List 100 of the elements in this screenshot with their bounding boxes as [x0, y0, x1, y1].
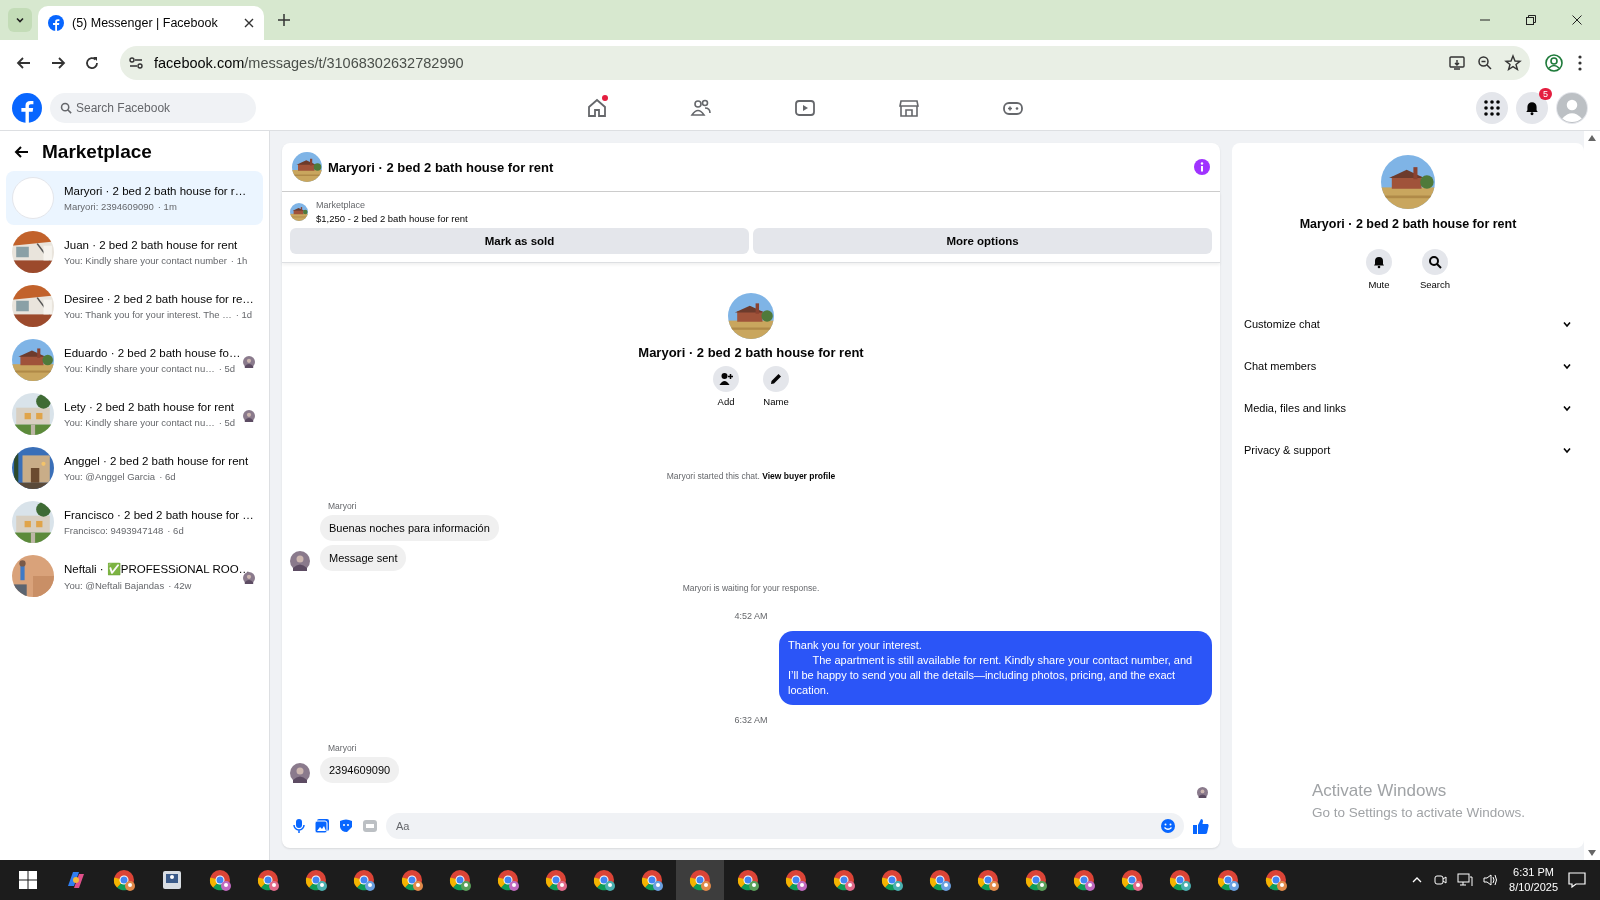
facebook-logo[interactable]	[12, 93, 42, 123]
tab-search-button[interactable]	[8, 8, 32, 32]
chrome-icon	[688, 868, 712, 892]
search-field[interactable]: Search Facebook	[50, 93, 256, 123]
details-title: Maryori · 2 bed 2 bath house for rent	[1299, 217, 1517, 231]
message-time: · 42w	[168, 579, 192, 591]
conversation-item[interactable]: Anggel · 2 bed 2 bath house for rent You: @Anggel Garcia · 6d	[6, 441, 263, 495]
conversation-item[interactable]: Juan · 2 bed 2 bath house for rent You: Kindly share your contact number · 1h	[6, 225, 263, 279]
details-section[interactable]: Privacy & support	[1232, 436, 1584, 464]
listing-button[interactable]: Mark as sold	[290, 228, 749, 254]
network-icon[interactable]	[1457, 873, 1474, 887]
chat-intro-title: Maryori · 2 bed 2 bath house for rent	[638, 345, 864, 360]
address-bar[interactable]: facebook.com/messages/t/31068302632782990	[120, 46, 1530, 80]
sticker-icon[interactable]	[338, 818, 354, 834]
conversation-item[interactable]: Eduardo · 2 bed 2 bath house fo… You: Kindly share your contact nu… · 5d	[6, 333, 263, 387]
chrome-icon	[1168, 868, 1192, 892]
clock-date[interactable]: 8/10/2025	[1509, 880, 1558, 896]
chrome-icon	[352, 868, 376, 892]
add-person-icon	[719, 372, 733, 386]
sender-name: Maryori	[328, 501, 357, 512]
zoom-icon[interactable]	[1476, 54, 1494, 72]
details-section[interactable]: Customize chat	[1232, 310, 1584, 338]
chrome-icon	[784, 868, 808, 892]
chrome-icon	[1024, 868, 1048, 892]
notification-icon[interactable]	[1568, 872, 1586, 888]
video-icon	[794, 97, 816, 119]
message-preview: You: Kindly share your contact number	[64, 254, 227, 266]
emoji-icon[interactable]	[1160, 818, 1176, 834]
chrome-icon	[832, 868, 856, 892]
avatar-placeholder	[12, 177, 54, 219]
message-preview: You: @Anggel Garcia	[64, 470, 156, 482]
chrome-icon	[1120, 868, 1144, 892]
close-icon[interactable]	[244, 18, 254, 28]
back-arrow-icon[interactable]	[14, 144, 30, 160]
details-section[interactable]: Chat members	[1232, 352, 1584, 380]
star-icon[interactable]	[1504, 54, 1522, 72]
pencil-icon	[769, 372, 783, 386]
chrome-icon	[448, 868, 472, 892]
conversation-title: Eduardo · 2 bed 2 bath house fo…	[64, 346, 242, 359]
chrome-icon	[928, 868, 952, 892]
system-message: Maryori is waiting for your response.	[681, 583, 821, 594]
menu-button[interactable]	[1476, 92, 1508, 124]
message-preview: Francisco: 9493947148	[64, 524, 164, 536]
message-input[interactable]: Aa	[386, 813, 1184, 839]
facebook-icon	[48, 15, 64, 31]
buyer-profile-link[interactable]: View buyer profile	[762, 471, 836, 482]
conversation-title: Juan · 2 bed 2 bath house for rent	[64, 238, 239, 251]
chrome-icon	[880, 868, 904, 892]
avatar	[243, 410, 255, 422]
message-time: · 5d	[218, 362, 236, 374]
avatar	[1557, 93, 1587, 123]
install-icon[interactable]	[1448, 54, 1466, 72]
bell-icon	[1371, 255, 1386, 269]
scroll-down-icon[interactable]	[1588, 850, 1596, 856]
taskbar-app[interactable]	[676, 860, 724, 900]
details-section[interactable]: Media, files and links	[1232, 394, 1584, 422]
conversation-title: Neftali · ✅PROFESSiONAL ROO…	[64, 561, 252, 576]
bell-icon	[1524, 100, 1540, 116]
conversation-title: Lety · 2 bed 2 bath house for rent	[64, 400, 236, 413]
back-arrow-icon	[16, 55, 32, 71]
activation-title: Activate Windows	[1312, 781, 1448, 801]
conversation-item[interactable]: Francisco · 2 bed 2 bath house for … Francisco: 9493947148 · 6d	[6, 495, 263, 549]
grid-icon	[1484, 100, 1500, 116]
store-icon	[898, 97, 920, 119]
app-icon	[160, 868, 184, 892]
message-preview: You: @Neftali Bajandas	[64, 579, 165, 591]
forward-arrow-icon	[50, 55, 66, 71]
conversation-title: Desiree · 2 bed 2 bath house for re…	[64, 292, 255, 305]
scroll-up-icon[interactable]	[1588, 135, 1596, 141]
conversation-item[interactable]: Lety · 2 bed 2 bath house for rent You: Kindly share your contact nu… · 5d	[6, 387, 263, 441]
plus-icon	[278, 13, 290, 26]
microphone-icon[interactable]	[292, 818, 306, 834]
listing-label: Marketplace	[316, 200, 367, 210]
close-icon	[1571, 14, 1583, 26]
chat-title: Maryori · 2 bed 2 bath house for rent	[328, 159, 555, 175]
conversation-item[interactable]: Neftali · ✅PROFESSiONAL ROO… You: @Neftali Bajandas · 42w	[6, 549, 263, 603]
profile-icon[interactable]	[1544, 53, 1564, 73]
camera-icon[interactable]	[1433, 873, 1448, 887]
listing-button[interactable]: More options	[753, 228, 1212, 254]
chevron-icon	[1562, 445, 1572, 455]
avatar	[243, 572, 255, 584]
info-icon[interactable]	[1194, 159, 1210, 175]
chrome-icon	[208, 868, 232, 892]
conversation-item[interactable]: Desiree · 2 bed 2 bath house for re… You: Thank you for your interest. The … · 1d	[6, 279, 263, 333]
search-icon	[1428, 255, 1442, 269]
conversation-title: Anggel · 2 bed 2 bath house for rent	[64, 454, 250, 467]
message-time: · 1m	[157, 200, 177, 212]
browser-tab[interactable]: (5) Messenger | Facebook	[38, 6, 264, 40]
restore-icon	[1525, 14, 1537, 26]
incoming-message: Message sent	[320, 545, 407, 572]
site-settings-icon[interactable]	[128, 55, 144, 71]
thumbs-up-icon[interactable]	[1192, 817, 1210, 835]
clock-time[interactable]: 6:31 PM	[1509, 864, 1558, 880]
conversation-item[interactable]: Maryori · 2 bed 2 bath house for r… Maryori: 2394609090 · 1m	[6, 171, 263, 225]
chevron-icon	[1562, 319, 1572, 329]
volume-icon[interactable]	[1483, 873, 1500, 887]
system-message: Maryori started this chat. View buyer profile	[665, 471, 837, 482]
message-time: · 5d	[218, 416, 236, 428]
image-icon[interactable]	[314, 818, 330, 834]
chrome-icon	[592, 868, 616, 892]
